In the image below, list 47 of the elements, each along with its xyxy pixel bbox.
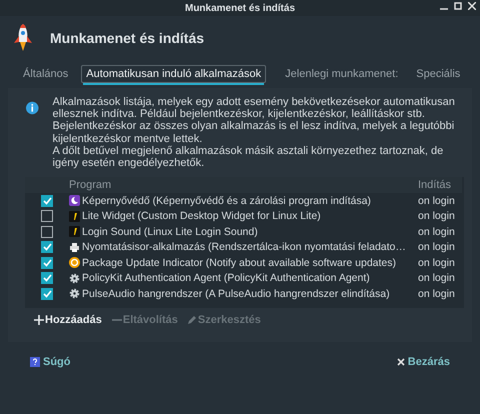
close-icon [396, 358, 405, 366]
checkbox[interactable] [41, 272, 53, 284]
trigger-cell-text: on login [418, 210, 456, 222]
column-header[interactable]: Program [69, 179, 112, 192]
info-text: A dőlt betűvel megjelenő alkalmazások másik asztali környezethez tartoznak, de igény esetén engedélyezhetők. [52, 144, 444, 170]
trigger-cell-text: on login [418, 256, 456, 269]
trigger-cell-text: on login [418, 194, 456, 207]
close-button[interactable]: Bezárás [396, 356, 450, 368]
tab[interactable]: Jelenlegi munkamenet: [280, 65, 404, 83]
program-name: Login Sound (Linux Lite Login Sound) [82, 226, 258, 238]
trigger-cell-text: on login [418, 288, 456, 300]
minus-icon [112, 318, 122, 321]
program-name: PolicyKit Authentication Agent (PolicyKit Authentication Agent) [82, 272, 370, 284]
help-button[interactable]: Súgó [30, 356, 70, 368]
moon-icon [69, 195, 80, 206]
info-text: Bejelentkezéskor az összes olyan alkalmazás is el lesz indítva, melyek a legutóbbi kijelentkezéskor mentve lettek. [52, 120, 456, 145]
gear-icon [69, 272, 80, 284]
info-text: Alkalmazások listája, melyek egy adott esemény bekövetkezésekor automatikusan ellesznek indítva. Például bejelentkezéskor, kijelentkezéskor, leállításkor stb. [52, 96, 456, 120]
checkbox[interactable] [41, 288, 53, 300]
tab[interactable]: Speciális [411, 65, 466, 83]
pencil-icon [188, 315, 197, 324]
gear-icon [69, 288, 80, 300]
checkbox[interactable] [41, 210, 53, 222]
plus-icon [34, 314, 44, 325]
checkbox[interactable] [41, 194, 53, 207]
checkbox[interactable] [41, 256, 53, 269]
column-header[interactable]: Indítás [418, 179, 462, 192]
tab[interactable]: Automatikusan induló alkalmazások [81, 65, 266, 83]
program-name: Lite Widget (Custom Desktop Widget for Linux Lite) [82, 210, 321, 222]
rocket-icon [12, 24, 34, 52]
header-title: Munkamenet és indítás [50, 30, 204, 46]
trigger-cell-text: on login [418, 272, 456, 284]
checkbox[interactable] [41, 226, 53, 238]
program-name: Nyomtatásisor-alkalmazás (Rendszertálca-ikon nyomtatási feladato… [82, 241, 406, 254]
program-name: Képernyővédő (Képernyővédő és a zárolási program indítása) [82, 194, 371, 207]
close-icon[interactable] [468, 2, 476, 10]
maximize-icon[interactable] [454, 2, 462, 10]
help-icon [30, 356, 40, 367]
add-button[interactable]: Hozzáadás [34, 314, 102, 326]
window-title: Munkamenet és indítás [184, 2, 296, 14]
checkbox[interactable] [41, 241, 53, 254]
trigger-cell-text: on login [418, 241, 456, 254]
tab[interactable]: Általános [18, 65, 74, 83]
program-name: Package Update Indicator (Notify about available software updates) [82, 256, 396, 269]
trigger-cell-text: on login [418, 226, 456, 238]
printer-icon [69, 242, 80, 253]
program-name: PulseAudio hangrendszer (A PulseAudio hangrendszer elindítása) [82, 288, 390, 300]
